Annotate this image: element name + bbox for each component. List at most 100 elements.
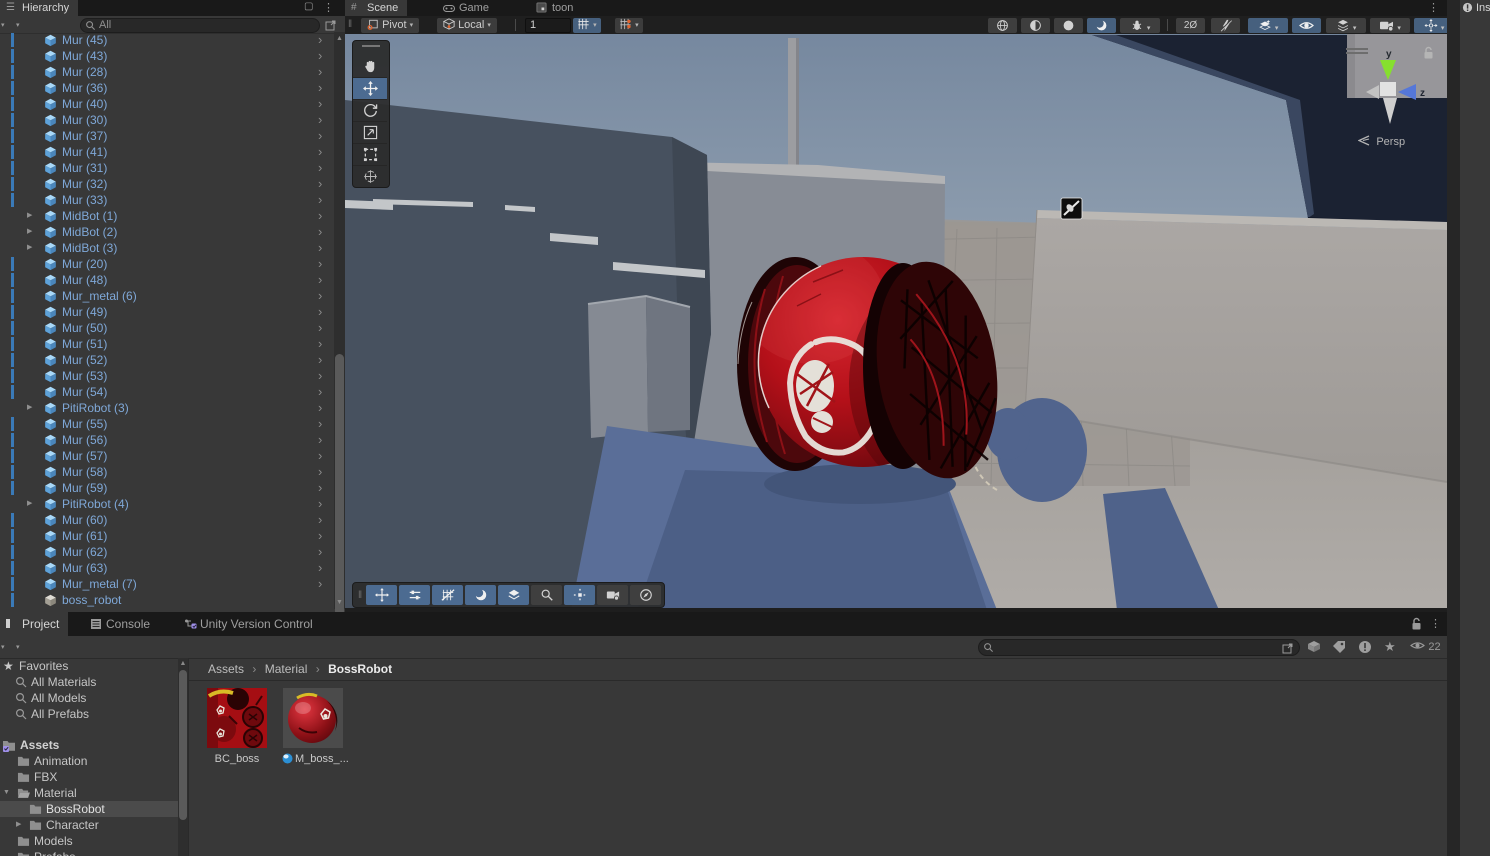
tree-row-all-models[interactable]: All Models [0,690,178,706]
chevron-right-icon[interactable]: › [318,400,322,415]
hierarchy-scrollbar[interactable]: ▲ ▼ [334,32,345,616]
breadcrumb-bossrobot[interactable]: BossRobot [328,662,392,676]
create-asset-dropdown2-icon[interactable]: ▾ [16,643,20,651]
chevron-right-icon[interactable]: › [318,336,322,351]
expand-icon[interactable]: ▶ [27,496,32,512]
axis-gizmo[interactable]: y z [1366,48,1438,132]
tree-row-fbx[interactable]: FBX [0,769,178,785]
hierarchy-row[interactable]: Mur (61) › [0,528,333,544]
chevron-right-icon[interactable]: › [318,144,322,159]
chevron-right-icon[interactable]: › [318,64,322,79]
expand-open-icon[interactable]: ▼ [3,785,10,801]
effects-dropdown[interactable]: ▾ [1120,18,1160,33]
wireframe-mode-button[interactable] [1021,18,1050,33]
projection-toggle[interactable]: Persp [1357,134,1405,148]
chevron-right-icon[interactable]: › [318,432,322,447]
hierarchy-row[interactable]: Mur (53) › [0,368,333,384]
tree-scroll-thumb[interactable] [179,670,187,820]
hierarchy-row[interactable]: Mur (55) › [0,416,333,432]
chevron-right-icon[interactable]: › [318,368,322,383]
grid-snap-dropdown[interactable]: ▾ [573,18,601,33]
tree-row-character[interactable]: ▶ Character [0,817,178,833]
hierarchy-row[interactable]: Mur (63) › [0,560,333,576]
tree-row-bossrobot[interactable]: BossRobot [0,801,178,817]
scene-viewport[interactable]: ‖ y z Persp [345,34,1448,610]
chevron-right-icon[interactable]: › [318,272,322,287]
unlit-mode-button[interactable] [1054,18,1083,33]
unlock-icon[interactable] [1410,617,1423,631]
tree-divider[interactable] [188,658,189,856]
hierarchy-row[interactable]: boss_robot [0,592,333,608]
breadcrumb-material[interactable]: Material [265,662,308,676]
snap-overlay-button[interactable] [564,585,596,605]
chevron-right-icon[interactable]: › [318,464,322,479]
hierarchy-row[interactable]: ▶ PitiRobot (4) › [0,496,333,512]
chevron-right-icon[interactable]: › [318,240,322,255]
hierarchy-row[interactable]: Mur (45) › [0,32,333,48]
hierarchy-row[interactable]: ▶ MidBot (1) › [0,208,333,224]
chevron-right-icon[interactable]: › [318,176,322,191]
hierarchy-row[interactable]: Mur (50) › [0,320,333,336]
project-search-input[interactable] [978,639,1300,656]
chevron-right-icon[interactable]: › [318,544,322,559]
scene-2d-toggle[interactable]: 2Ø [1176,18,1205,33]
asset-bc-boss[interactable]: BC_boss [206,688,268,765]
open-search-window-icon[interactable] [325,19,337,31]
overlay-drag-handle[interactable] [353,45,389,56]
tree-row-all-prefabs[interactable]: All Prefabs [0,706,178,722]
chevron-right-icon[interactable]: › [318,192,322,207]
chevron-right-icon[interactable]: › [318,208,322,223]
layers-overlay-button[interactable] [498,585,530,605]
gizmo-cube[interactable] [1380,82,1396,96]
chevron-right-icon[interactable]: › [318,528,322,543]
chevron-right-icon[interactable]: › [318,96,322,111]
hierarchy-row[interactable]: Mur_metal (6) › [0,288,333,304]
hierarchy-row[interactable]: Mur (43) › [0,48,333,64]
hierarchy-row[interactable]: ▶ MidBot (3) › [0,240,333,256]
hierarchy-row[interactable]: Mur (41) › [0,144,333,160]
create-dropdown2-icon[interactable]: ▾ [16,21,20,29]
hierarchy-row[interactable]: Mur (59) › [0,480,333,496]
expand-icon[interactable]: ▶ [27,400,32,416]
shading-mode-button[interactable] [988,18,1017,33]
chevron-right-icon[interactable]: › [318,80,322,95]
hierarchy-row[interactable]: Mur (51) › [0,336,333,352]
fx-toggle[interactable] [1211,18,1240,33]
breadcrumb-assets[interactable]: Assets [208,662,244,676]
hierarchy-row[interactable]: Mur_metal (7) › [0,576,333,592]
chevron-right-icon[interactable]: › [318,224,322,239]
chevron-right-icon[interactable]: › [318,320,322,335]
hierarchy-row[interactable]: Mur (37) › [0,128,333,144]
hierarchy-row[interactable]: Mur (40) › [0,96,333,112]
chevron-right-icon[interactable]: › [318,576,322,591]
scroll-up-icon[interactable]: ▲ [178,660,188,667]
project-menu-icon[interactable]: ⋮ [1430,616,1441,632]
y-axis-cone[interactable] [1380,60,1396,80]
sliders-button[interactable] [399,585,431,605]
scroll-up-icon[interactable]: ▲ [334,35,345,42]
tab-console[interactable]: Console [84,612,159,636]
light-gizmo-icon[interactable] [1060,197,1083,220]
scene-menu-icon[interactable]: ⋮ [1428,0,1439,16]
search-overlay-button[interactable] [531,585,563,605]
scene-visibility-toggle[interactable] [1292,18,1321,33]
hierarchy-row[interactable]: Mur (32) › [0,176,333,192]
expand-icon[interactable]: ▶ [27,208,32,224]
chevron-right-icon[interactable]: › [318,480,322,495]
hierarchy-row[interactable]: Mur (52) › [0,352,333,368]
favorite-star-icon[interactable]: ★ [1384,639,1396,655]
grid-size-input[interactable]: 1 [525,18,571,33]
tree-scrollbar[interactable]: ▲ [178,658,188,856]
tree-row-animation[interactable]: Animation [0,753,178,769]
expand-closed-icon[interactable]: ▶ [16,817,21,833]
hierarchy-row[interactable]: Mur (48) › [0,272,333,288]
hierarchy-row[interactable]: Mur (56) › [0,432,333,448]
chevron-right-icon[interactable]: › [318,256,322,271]
hierarchy-row[interactable]: Mur (58) › [0,464,333,480]
lighting-toggle[interactable] [1087,18,1116,33]
tab-toon[interactable]: toon [530,0,582,16]
chevron-right-icon[interactable]: › [318,32,322,47]
tab-unity-version-control[interactable]: Unity Version Control [178,612,322,636]
unlock-icon[interactable] [1422,46,1435,60]
expand-icon[interactable]: ▶ [27,240,32,256]
